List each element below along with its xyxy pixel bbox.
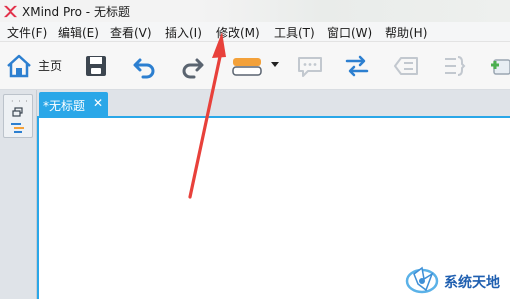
menu-modify[interactable]: 修改(M) — [216, 24, 260, 41]
tab-label: *无标题 — [43, 99, 86, 113]
add-topic-icon[interactable] — [488, 52, 510, 80]
xmind-logo-icon — [3, 5, 18, 18]
tab-untitled[interactable]: *无标题 ✕ — [39, 92, 108, 116]
redo-icon[interactable] — [178, 52, 206, 80]
menu-help[interactable]: 帮助(H) — [385, 24, 427, 41]
grip-icon[interactable]: · · · — [11, 97, 29, 106]
close-icon[interactable]: ✕ — [93, 96, 103, 110]
editor-tab-strip: *无标题 ✕ — [37, 90, 510, 116]
title-bar: XMind Pro - 无标题 — [0, 0, 510, 22]
chevron-down-icon[interactable] — [271, 62, 279, 67]
undo-icon[interactable] — [131, 52, 159, 80]
menu-edit[interactable]: 编辑(E) — [58, 24, 99, 41]
comment-icon[interactable] — [296, 52, 324, 80]
home-label[interactable]: 主页 — [38, 57, 62, 74]
menu-tools[interactable]: 工具(T) — [274, 24, 315, 41]
watermark-text: 系统天地 — [444, 275, 500, 291]
watermark-logo-icon — [405, 266, 439, 294]
menu-view[interactable]: 查看(V) — [110, 24, 152, 41]
menu-bar: 文件(F) 编辑(E) 查看(V) 插入(I) 修改(M) 工具(T) 窗口(W… — [0, 22, 510, 42]
left-sidebar: · · · — [0, 90, 37, 299]
relationship-icon[interactable] — [343, 52, 371, 80]
outline-icon[interactable] — [11, 122, 25, 134]
menu-insert[interactable]: 插入(I) — [165, 24, 202, 41]
outline-panel: · · · — [3, 94, 33, 138]
topic-style-icon[interactable] — [230, 52, 266, 80]
boundary-icon[interactable] — [392, 52, 420, 80]
restore-icon[interactable] — [12, 107, 24, 118]
summary-icon[interactable] — [440, 52, 468, 80]
toolbar: 主页 — [0, 42, 510, 90]
window-title: XMind Pro - 无标题 — [22, 5, 130, 19]
menu-window[interactable]: 窗口(W) — [327, 24, 372, 41]
save-icon[interactable] — [82, 52, 110, 80]
menu-file[interactable]: 文件(F) — [7, 24, 47, 41]
home-icon[interactable] — [5, 52, 33, 80]
title-bar-blur — [200, 0, 510, 22]
